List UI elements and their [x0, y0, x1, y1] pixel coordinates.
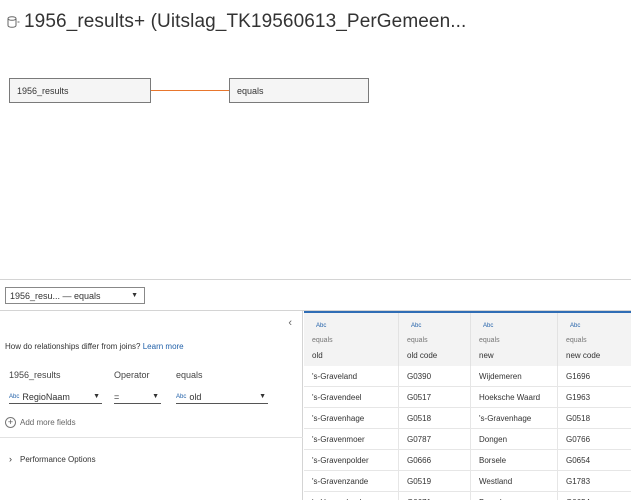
table-cell: G1783 — [566, 477, 591, 486]
column-source: equals — [566, 337, 587, 344]
string-type-icon: Abc — [176, 393, 187, 400]
table-cell: 's-Gravenhage — [471, 408, 558, 429]
help-text: How do relationships differ from joins? — [5, 342, 141, 351]
relationship-panel: 1956_resu... — equals ▼ ‹ How do relatio… — [0, 279, 631, 500]
chevron-right-icon: › — [9, 454, 12, 464]
table-card-label: equals — [237, 85, 264, 96]
string-type-icon: Abc — [483, 323, 494, 329]
chevron-down-icon: ▼ — [259, 393, 266, 400]
string-type-icon: Abc — [411, 323, 422, 329]
table-cell: G0654 — [566, 456, 591, 465]
divider — [0, 437, 303, 438]
left-field-value: RegioNaam — [22, 391, 70, 402]
collapse-left-icon[interactable]: ‹ — [288, 317, 292, 329]
table-cell: G0666 — [399, 450, 471, 471]
table-cell: G0671 — [399, 492, 471, 500]
plus-circle-icon: + — [5, 417, 16, 428]
column-name: old code — [407, 351, 438, 360]
add-more-fields-label: Add more fields — [20, 418, 76, 427]
table-cell: 's-Gravenpolder — [304, 450, 399, 471]
table-cell: G0654 — [558, 492, 631, 500]
table-cell: 's-Heerenhoek — [304, 492, 399, 500]
table-cell: Dongen — [471, 429, 558, 450]
table-row: 's-Gravendeel G0517 Hoeksche Waard G1963 — [304, 387, 631, 408]
operator-column-header: Operator — [114, 370, 150, 380]
table-cell: Borsele — [471, 492, 558, 500]
left-field-select[interactable]: Abc RegioNaam ▼ — [9, 390, 102, 404]
relationship-dropdown-value: 1956_resu... — equals — [10, 290, 101, 301]
table-cell: 's-Gravendeel — [304, 387, 399, 408]
table-row: 's-Gravenpolder G0666 Borsele G0654 — [304, 450, 631, 471]
column-name: new — [479, 351, 494, 360]
left-table-column-header: 1956_results — [9, 370, 61, 380]
relationship-editor: ‹ How do relationships differ from joins… — [0, 311, 303, 500]
relationship-canvas[interactable]: 1956_results equals — [0, 50, 631, 278]
string-type-icon: Abc — [570, 323, 581, 329]
column-header-new-code[interactable]: Abc equals new code — [558, 313, 631, 366]
datasource-title[interactable]: 1956_results+ (Uitslag_TK19560613_PerGem… — [6, 11, 466, 33]
table-card-equals[interactable]: equals — [229, 78, 369, 103]
column-source: equals — [479, 337, 500, 344]
table-cell: Wijdemeren — [471, 366, 558, 387]
relationships-help: How do relationships differ from joins? … — [5, 342, 184, 351]
operator-value: = — [114, 391, 120, 402]
datasource-name: 1956_results+ (Uitslag_TK19560613_PerGem… — [24, 11, 467, 32]
chevron-down-icon: ▼ — [152, 393, 159, 400]
string-type-icon: Abc — [316, 323, 327, 329]
table-cell: G0787 — [399, 429, 471, 450]
chevron-down-icon: ▼ — [93, 393, 100, 400]
table-card-1956-results[interactable]: 1956_results — [9, 78, 151, 103]
learn-more-link[interactable]: Learn more — [143, 342, 184, 351]
operator-select[interactable]: = ▼ — [114, 390, 161, 404]
performance-options-toggle[interactable]: › Performance Options — [9, 454, 96, 464]
string-type-icon: Abc — [9, 393, 20, 400]
table-cell: G0518 — [566, 414, 591, 423]
column-header-new[interactable]: Abc equals new — [471, 313, 558, 366]
table-cell: Borsele — [471, 450, 558, 471]
table-cell: G1696 — [566, 372, 591, 381]
right-field-select[interactable]: Abc old ▼ — [176, 390, 268, 404]
grid-header: Abc equals old Abc equals old code Abc e… — [304, 311, 631, 366]
chevron-down-icon: ▼ — [131, 292, 138, 299]
table-card-label: 1956_results — [17, 85, 69, 96]
performance-options-label: Performance Options — [20, 454, 96, 464]
table-cell: G1963 — [566, 393, 591, 402]
table-row: 's-Heerenhoek G0671 Borsele G0654 — [304, 492, 631, 500]
add-more-fields-button[interactable]: + Add more fields — [5, 417, 76, 428]
table-cell: 's-Gravenmoer — [304, 429, 399, 450]
datasource-icon — [6, 14, 22, 30]
table-row: 's-Gravenhage G0518 's-Gravenhage G0518 — [304, 408, 631, 429]
table-row: 's-Gravenzande G0519 Westland G1783 — [304, 471, 631, 492]
table-cell: 's-Gravenhage — [304, 408, 399, 429]
column-source: equals — [312, 337, 333, 344]
relationship-dropdown[interactable]: 1956_resu... — equals ▼ — [5, 287, 145, 304]
table-row: 's-Gravenmoer G0787 Dongen G0766 — [304, 429, 631, 450]
data-preview-grid: Abc equals old Abc equals old code Abc e… — [304, 311, 631, 500]
table-cell: 's-Gravenzande — [304, 471, 399, 492]
column-name: old — [312, 351, 323, 360]
right-field-value: old — [189, 391, 202, 402]
table-cell: Hoeksche Waard — [471, 387, 558, 408]
right-table-column-header: equals — [176, 370, 203, 380]
column-header-old-code[interactable]: Abc equals old code — [399, 313, 471, 366]
relationship-link[interactable] — [151, 90, 229, 91]
table-cell: G0518 — [399, 408, 471, 429]
table-cell: G0517 — [399, 387, 471, 408]
column-source: equals — [407, 337, 428, 344]
table-cell: G0766 — [566, 435, 591, 444]
table-cell: Westland — [471, 471, 558, 492]
table-row: 's-Graveland G0390 Wijdemeren G1696 — [304, 366, 631, 387]
column-name: new code — [566, 351, 601, 360]
table-cell: 's-Graveland — [304, 366, 399, 387]
table-cell: G0519 — [399, 471, 471, 492]
column-header-old[interactable]: Abc equals old — [304, 313, 399, 366]
table-cell: G0390 — [399, 366, 471, 387]
